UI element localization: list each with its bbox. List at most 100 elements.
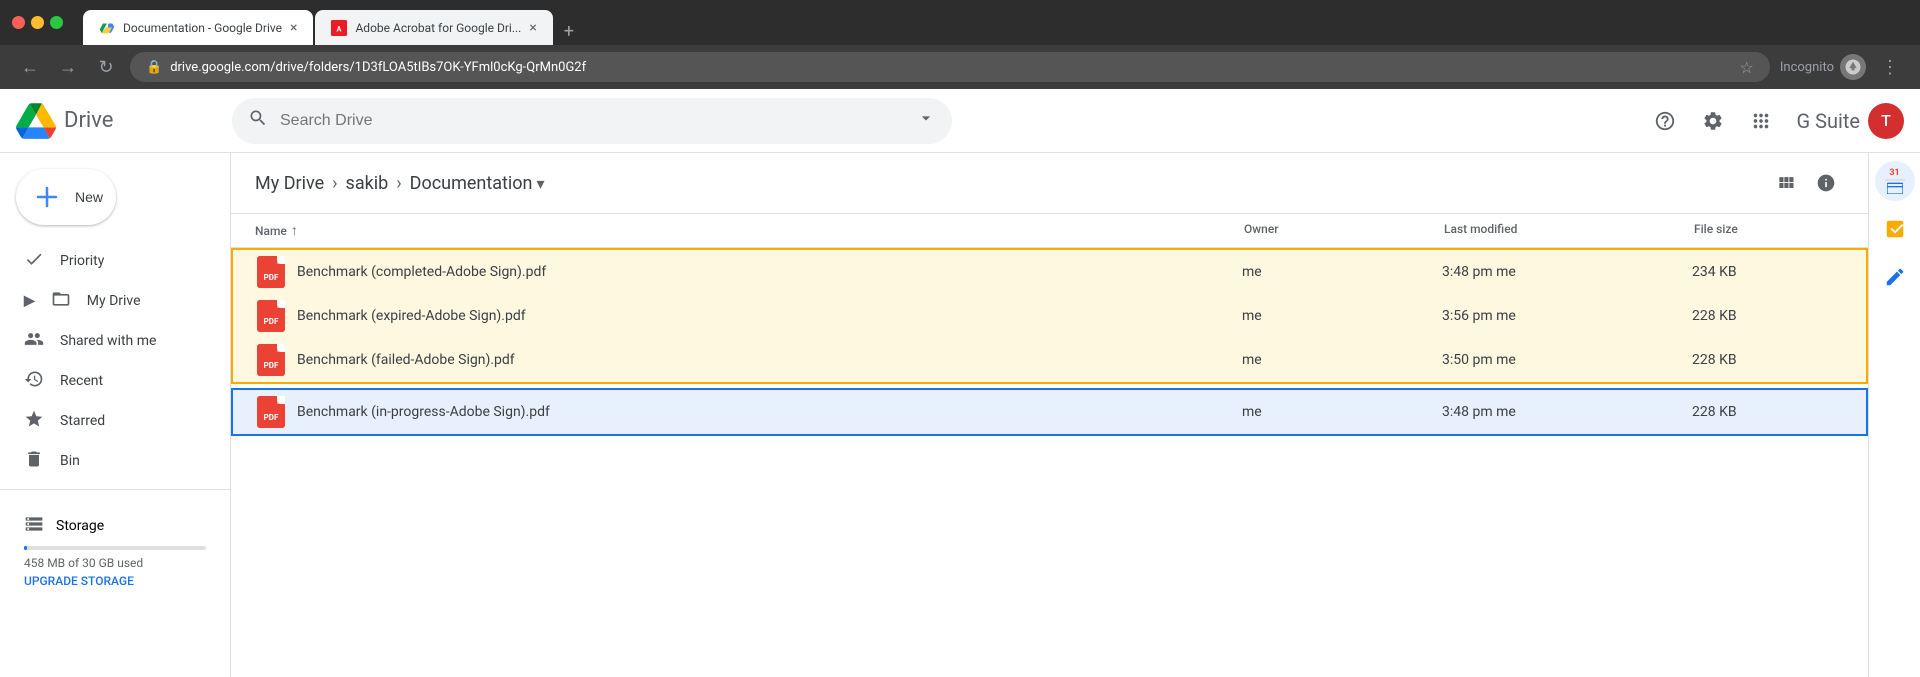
file-name-cell-2: PDF Benchmark (expired-Adobe Sign).pdf [257, 300, 1242, 332]
col-name-label: Name [255, 224, 287, 238]
recent-icon [24, 369, 44, 394]
file-size-3: 228 KB [1692, 352, 1842, 368]
priority-icon [24, 249, 44, 274]
file-list-header: Name ↑ Owner Last modified File size [231, 214, 1868, 248]
drive-logo-text: Drive [64, 108, 113, 133]
new-button-label: New [75, 189, 103, 205]
storage-section: Storage 458 MB of 30 GB used UPGRADE STO… [0, 498, 230, 604]
col-name: Name ↑ [255, 222, 1244, 239]
breadcrumb-dropdown-icon[interactable]: ▾ [537, 174, 545, 193]
sidebar-item-bin[interactable]: Bin [0, 441, 214, 481]
incognito-label: Incognito [1780, 60, 1834, 75]
header-actions: G Suite T [1645, 101, 1905, 141]
app-header: Drive G Suite T [0, 89, 1920, 153]
storage-bar-bg [24, 546, 206, 550]
gsuite-text: G Suite [1797, 109, 1861, 133]
file-size-4: 228 KB [1692, 404, 1842, 420]
tab1-close[interactable]: × [290, 20, 297, 36]
user-avatar[interactable]: T [1868, 103, 1904, 139]
my-drive-expand-icon: ▶ [24, 293, 35, 309]
breadcrumb: My Drive › sakib › Documentation ▾ [255, 173, 545, 194]
table-row[interactable]: PDF Benchmark (expired-Adobe Sign).pdf m… [231, 294, 1868, 338]
file-owner-3: me [1242, 352, 1442, 368]
table-row[interactable]: PDF Benchmark (completed-Adobe Sign).pdf… [231, 248, 1868, 294]
settings-button[interactable] [1693, 101, 1733, 141]
breadcrumb-documentation: Documentation [410, 173, 533, 194]
table-row[interactable]: PDF Benchmark (failed-Adobe Sign).pdf me… [231, 338, 1868, 384]
maximize-window-btn[interactable] [50, 16, 63, 29]
sidebar-item-my-drive[interactable]: ▶ My Drive [0, 281, 214, 321]
file-name-cell-3: PDF Benchmark (failed-Adobe Sign).pdf [257, 344, 1242, 376]
tab-documentation-drive[interactable]: Documentation - Google Drive × [83, 10, 313, 45]
sidebar-item-recent[interactable]: Recent [0, 361, 214, 401]
new-button-icon [29, 179, 65, 215]
breadcrumb-my-drive[interactable]: My Drive [255, 173, 324, 194]
breadcrumb-sep-2: › [396, 173, 401, 194]
file-modified-4: 3:48 pm me [1442, 404, 1692, 420]
main-content: My Drive › sakib › Documentation ▾ [230, 153, 1868, 677]
table-row[interactable]: PDF Benchmark (in-progress-Adobe Sign).p… [231, 388, 1868, 436]
search-bar[interactable] [232, 98, 952, 144]
main-layout: New Priority ▶ My Drive Shared with me [0, 153, 1920, 677]
sidebar-item-priority[interactable]: Priority [0, 241, 214, 281]
grid-view-button[interactable] [1768, 165, 1804, 201]
search-input[interactable] [280, 112, 904, 130]
calendar-icon-btn[interactable]: 31 [1875, 161, 1915, 201]
minimize-window-btn[interactable] [31, 16, 44, 29]
forward-button[interactable]: → [54, 53, 82, 81]
apps-button[interactable] [1741, 101, 1781, 141]
info-button[interactable] [1808, 165, 1844, 201]
svg-text:PDF: PDF [264, 361, 279, 370]
right-panel: 31 [1868, 153, 1920, 677]
col-owner: Owner [1244, 222, 1444, 239]
file-name-4: Benchmark (in-progress-Adobe Sign).pdf [297, 404, 550, 420]
storage-icon [24, 514, 44, 538]
storage-used-text: 458 MB of 30 GB used [24, 556, 206, 570]
sidebar-priority-label: Priority [60, 253, 104, 269]
tasks-icon-btn[interactable] [1875, 209, 1915, 249]
breadcrumb-current: Documentation ▾ [410, 173, 545, 194]
starred-icon [24, 409, 44, 434]
tab2-close[interactable]: × [529, 20, 536, 36]
file-name-cell-4: PDF Benchmark (in-progress-Adobe Sign).p… [257, 396, 1242, 428]
file-name-3: Benchmark (failed-Adobe Sign).pdf [297, 352, 515, 368]
sidebar-divider [0, 489, 230, 490]
svg-text:PDF: PDF [264, 273, 279, 282]
svg-text:PDF: PDF [264, 317, 279, 326]
search-dropdown-icon[interactable] [916, 108, 936, 133]
new-tab-button[interactable]: + [555, 17, 583, 45]
close-window-btn[interactable] [12, 16, 25, 29]
upgrade-storage-link[interactable]: UPGRADE STORAGE [24, 574, 206, 588]
drive-logo: Drive [16, 103, 216, 139]
file-size-1: 234 KB [1692, 264, 1842, 280]
pdf-icon-1: PDF [257, 256, 285, 288]
breadcrumb-bar: My Drive › sakib › Documentation ▾ [231, 153, 1868, 214]
sidebar-item-shared[interactable]: Shared with me [0, 321, 214, 361]
refresh-button[interactable]: ↻ [92, 53, 120, 81]
address-text: drive.google.com/drive/folders/1D3fLOA5t… [170, 60, 586, 75]
svg-text:A: A [337, 24, 342, 33]
new-button[interactable]: New [16, 169, 116, 225]
pen-icon-btn[interactable] [1875, 257, 1915, 297]
back-button[interactable]: ← [16, 53, 44, 81]
address-bar[interactable]: 🔒 drive.google.com/drive/folders/1D3fLOA… [130, 52, 1770, 82]
file-name-2: Benchmark (expired-Adobe Sign).pdf [297, 308, 526, 324]
help-button[interactable] [1645, 101, 1685, 141]
col-modified: Last modified [1444, 222, 1694, 239]
bookmark-icon[interactable]: ☆ [1740, 58, 1754, 77]
browser-menu[interactable]: ⋮ [1876, 53, 1904, 81]
sidebar-starred-label: Starred [60, 413, 105, 429]
tab-acrobat[interactable]: A Adobe Acrobat for Google Dri... × [315, 10, 552, 45]
breadcrumb-sep-1: › [332, 173, 337, 194]
file-owner-1: me [1242, 264, 1442, 280]
breadcrumb-sakib[interactable]: sakib [346, 173, 389, 194]
file-name-1: Benchmark (completed-Adobe Sign).pdf [297, 264, 546, 280]
storage-bar-fill [24, 546, 27, 550]
sidebar-item-starred[interactable]: Starred [0, 401, 214, 441]
tabs-bar: Documentation - Google Drive × A Adobe A… [83, 0, 583, 45]
drive-logo-icon [16, 103, 56, 139]
drive-favicon [99, 20, 115, 36]
view-actions [1768, 165, 1844, 201]
file-modified-3: 3:50 pm me [1442, 352, 1692, 368]
pdf-icon-2: PDF [257, 300, 285, 332]
